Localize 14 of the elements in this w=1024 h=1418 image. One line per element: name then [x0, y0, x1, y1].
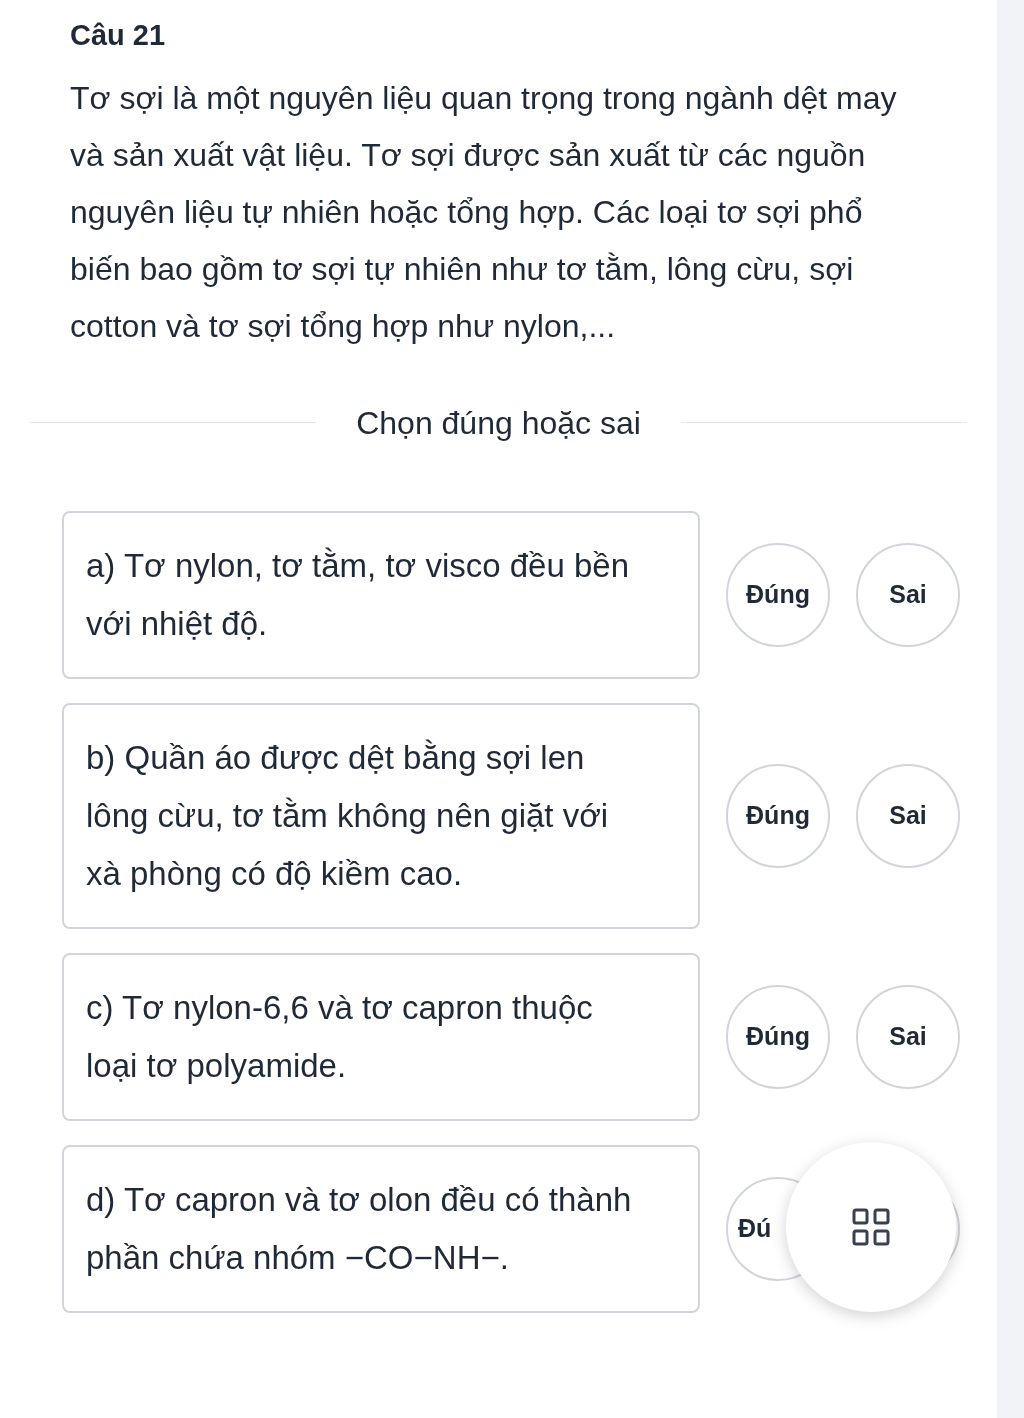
statement-card: b) Quần áo được dệt bằng sợi len lông cừu, tơ tằm không nên giặt với xà phòng có độ kiềm cao.: [62, 702, 700, 929]
answer-button[interactable]: Sai: [856, 763, 960, 868]
question-text: Tơ sợi là một nguyên liệu quan trọng trong ngành dệt may và sản xuất vật liệu. Tơ sợi được sản xuất từ các nguồn nguyên liệu tự nhiên hoặc tổng hợp. Các loại tơ sợi phổ biến bao gồm tơ sợi tự nhiên như tơ tằm, lông cừu, sợi cotton và tơ sợi tổng hợp như nylon,...: [70, 78, 898, 346]
statement-card: d) Tơ capron và tơ olon đều có thành phần chứa nhóm −CO−NH−.: [62, 1144, 700, 1313]
answer-button[interactable]: Đúng: [726, 984, 830, 1089]
answer-button[interactable]: Đúng: [726, 763, 830, 868]
answer-button[interactable]: Đúng: [726, 542, 830, 647]
statement-card: a) Tơ nylon, tơ tằm, tơ visco đều bền với nhiệt độ.: [62, 510, 700, 679]
answer-button[interactable]: Sai: [856, 984, 960, 1089]
question-title: Câu 21: [70, 18, 167, 53]
statement-card: c) Tơ nylon-6,6 và tơ capron thuộc loại tơ polyamide.: [62, 952, 700, 1121]
grid-icon: [852, 1207, 890, 1246]
instruction-heading: Chọn đúng hoặc sai: [356, 403, 641, 443]
answer-button[interactable]: Sai: [856, 542, 960, 647]
